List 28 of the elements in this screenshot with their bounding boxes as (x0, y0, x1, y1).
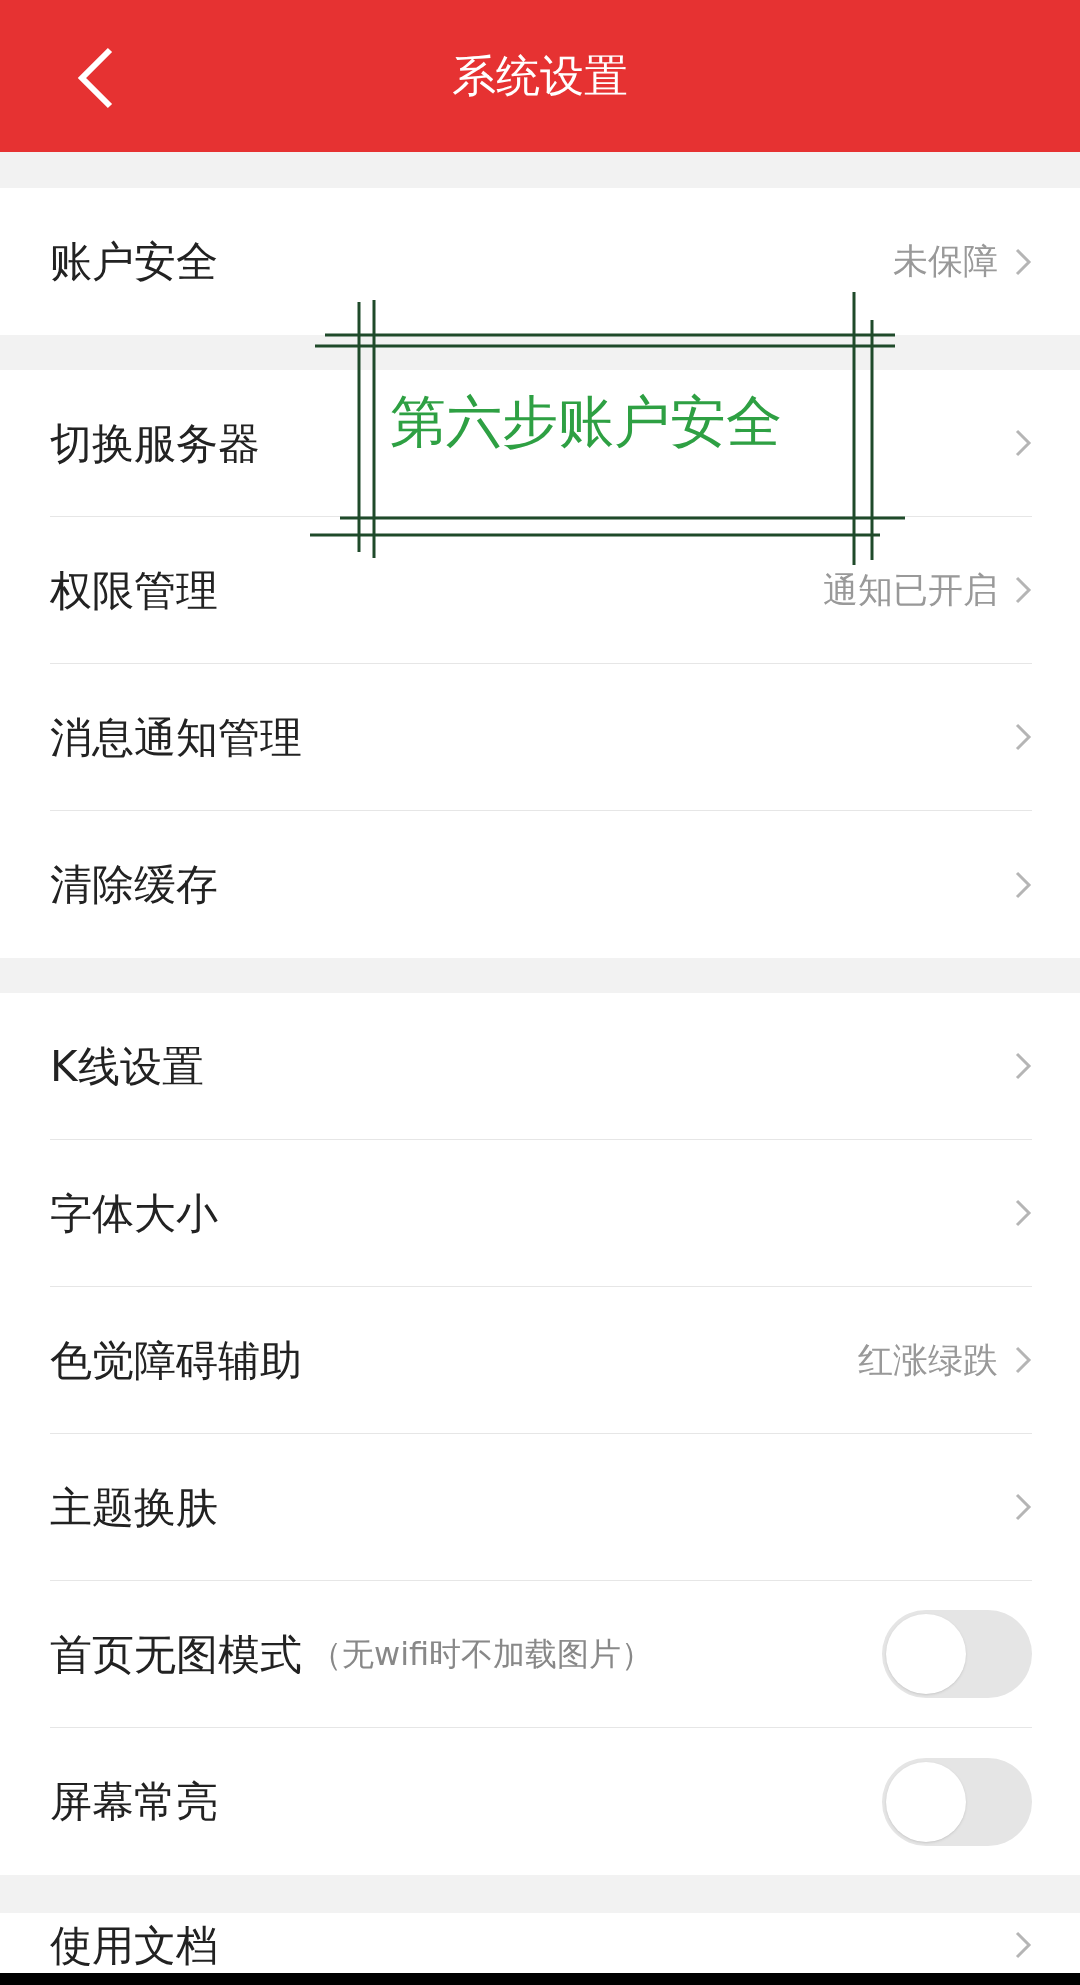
setting-value: 通知已开启 (823, 568, 998, 612)
setting-label[interactable]: 权限管理 (50, 558, 218, 622)
chevron-right-icon (1014, 1198, 1032, 1228)
chevron-right-icon (1014, 722, 1032, 752)
setting-label[interactable]: 色觉障碍辅助 (50, 1328, 302, 1392)
setting-label[interactable]: 主题换肤 (50, 1475, 218, 1539)
chevron-right-icon (1014, 1930, 1032, 1960)
setting-label[interactable]: 账户安全 (50, 230, 218, 293)
setting-label[interactable]: 清除缓存 (50, 853, 218, 916)
setting-label[interactable]: 首页无图模式 (50, 1622, 302, 1686)
setting-label[interactable]: 字体大小 (50, 1181, 218, 1245)
chevron-right-icon (1014, 428, 1032, 458)
setting-label[interactable]: 消息通知管理 (50, 705, 302, 769)
annotation-text: 第六步账户安全 (390, 394, 782, 450)
setting-label[interactable]: 屏幕常亮 (50, 1770, 218, 1833)
setting-value: 未保障 (893, 240, 998, 284)
chevron-right-icon (1014, 1051, 1032, 1081)
setting-label[interactable]: 切换服务器 (50, 411, 260, 475)
chevron-right-icon (1014, 1492, 1032, 1522)
setting-label[interactable]: 使用文档 (50, 1913, 218, 1977)
chevron-right-icon (1014, 575, 1032, 605)
chevron-right-icon (1014, 246, 1032, 277)
setting-value: 红涨绿跌 (858, 1338, 998, 1382)
setting-label[interactable]: K线设置 (50, 1034, 204, 1098)
chevron-right-icon (1014, 869, 1032, 900)
page-title: 系统设置 (452, 49, 628, 103)
chevron-right-icon (1014, 1345, 1032, 1375)
setting-note: （无wifi时不加载图片） (310, 1634, 654, 1675)
